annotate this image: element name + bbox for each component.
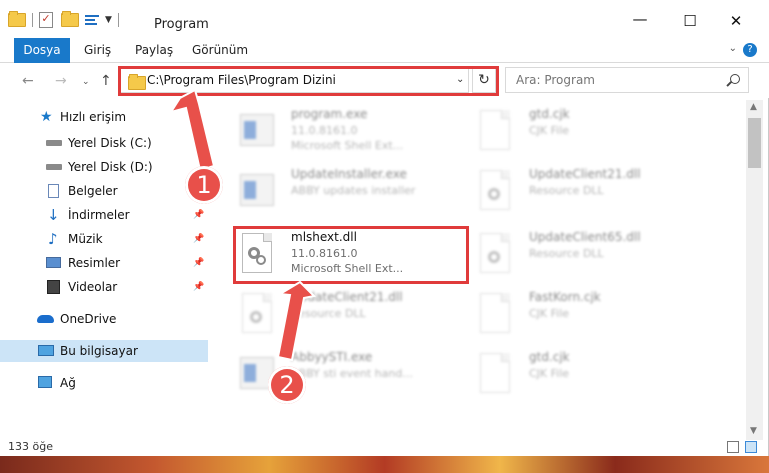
step-2-badge: 2	[268, 366, 306, 404]
step-1-badge: 1	[185, 166, 223, 204]
arrow-to-file	[276, 280, 317, 362]
annotation-arrows	[168, 88, 317, 362]
arrow-to-address-bar	[168, 88, 216, 172]
